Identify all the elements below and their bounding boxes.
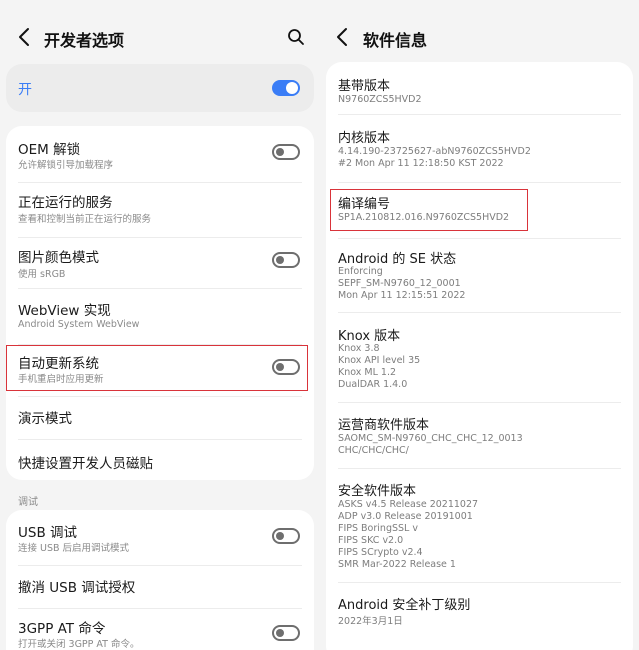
master-switch-card[interactable]: 开 [6, 64, 314, 112]
master-toggle[interactable] [272, 80, 300, 96]
item-title: 3GPP AT 命令 [18, 621, 106, 637]
list-item[interactable]: WebView 实现 Android System WebView [6, 289, 314, 341]
info-value: CHC/CHC/CHC/ [338, 445, 409, 456]
item-subtitle: 打开或关闭 3GPP AT 命令。 [18, 639, 140, 650]
item-title: 正在运行的服务 [18, 195, 113, 211]
software-info-card: 基带版本 N9760ZCS5HVD2 内核版本 4.14.190-2372562… [326, 62, 633, 650]
info-title: Android 安全补丁级别 [338, 598, 471, 613]
list-item[interactable]: 快捷设置开发人员磁贴 [6, 440, 314, 480]
info-title: 安全软件版本 [338, 484, 417, 499]
info-title: 基带版本 [338, 79, 391, 94]
auto-update-toggle[interactable] [272, 359, 300, 375]
info-value: FIPS BoringSSL v [338, 523, 418, 534]
list-item[interactable]: 图片颜色模式 使用 sRGB [6, 238, 314, 294]
item-subtitle: 使用 sRGB [18, 269, 66, 280]
color-mode-toggle[interactable] [272, 252, 300, 268]
list-item[interactable]: 演示模式 [6, 397, 314, 437]
item-title: OEM 解锁 [18, 142, 81, 158]
info-value: Enforcing [338, 266, 383, 277]
item-title: 快捷设置开发人员磁贴 [18, 456, 153, 472]
debug-card: USB 调试 连接 USB 后启用调试模式 撤消 USB 调试授权 3GPP A… [6, 510, 314, 650]
info-title: Android 的 SE 状态 [338, 252, 457, 267]
item-subtitle: 手机重启时应用更新 [18, 374, 104, 385]
info-value: Knox 3.8 [338, 343, 380, 354]
developer-options-screen: 开发者选项 开 OEM 解锁 允许解锁引导加载程序 正在运行的服务 查看和控制当… [0, 0, 320, 650]
list-item[interactable]: 自动更新系统 手机重启时应用更新 [6, 345, 314, 393]
page-title: 软件信息 [363, 31, 428, 50]
list-item[interactable]: 撤消 USB 调试授权 [6, 566, 314, 610]
header: 开发者选项 [0, 0, 320, 72]
info-value: DualDAR 1.4.0 [338, 379, 408, 390]
item-subtitle: 连接 USB 后启用调试模式 [18, 543, 130, 554]
info-value: Mon Apr 11 12:15:51 2022 [338, 290, 466, 301]
info-value: ASKS v4.5 Release 20211027 [338, 499, 479, 510]
item-title: 演示模式 [18, 411, 72, 427]
software-info-screen: 软件信息 基带版本 N9760ZCS5HVD2 内核版本 4.14.190-23… [320, 0, 639, 650]
info-value: SP1A.210812.016.N9760ZCS5HVD2 [338, 212, 510, 223]
usb-debug-toggle[interactable] [272, 528, 300, 544]
chevron-left-icon[interactable] [332, 26, 354, 48]
info-value: 2022年3月1日 [338, 616, 403, 627]
list-item[interactable]: 正在运行的服务 查看和控制当前正在运行的服务 [6, 183, 314, 240]
info-title: 运营商软件版本 [338, 418, 430, 433]
section-label: 调试 [18, 497, 38, 508]
item-title: 自动更新系统 [18, 356, 99, 372]
page-title: 开发者选项 [44, 31, 125, 50]
info-title: 编译编号 [338, 197, 391, 212]
info-title: 内核版本 [338, 131, 391, 146]
list-item[interactable]: OEM 解锁 允许解锁引导加载程序 [6, 126, 314, 182]
master-switch-label: 开 [18, 82, 32, 98]
chevron-left-icon[interactable] [14, 26, 36, 48]
item-title: WebView 实现 [18, 303, 111, 319]
info-value: SEPF_SM-N9760_12_0001 [338, 278, 461, 289]
item-subtitle: 允许解锁引导加载程序 [18, 160, 114, 171]
oem-unlock-toggle[interactable] [272, 144, 300, 160]
info-value: #2 Mon Apr 11 12:18:50 KST 2022 [338, 158, 504, 169]
item-subtitle: 查看和控制当前正在运行的服务 [18, 214, 152, 225]
info-value: SAOMC_SM-N9760_CHC_CHC_12_0013 [338, 433, 523, 444]
info-title: Knox 版本 [338, 329, 401, 344]
info-value: 4.14.190-23725627-abN9760ZCS5HVD2 [338, 146, 531, 157]
info-value: Knox ML 1.2 [338, 367, 397, 378]
item-title: 图片颜色模式 [18, 250, 99, 266]
info-value: N9760ZCS5HVD2 [338, 94, 422, 105]
options-card: OEM 解锁 允许解锁引导加载程序 正在运行的服务 查看和控制当前正在运行的服务… [6, 126, 314, 480]
list-item[interactable]: USB 调试 连接 USB 后启用调试模式 [6, 510, 314, 560]
item-title: 撤消 USB 调试授权 [18, 580, 136, 596]
info-value: SMR Mar-2022 Release 1 [338, 559, 456, 570]
item-title: USB 调试 [18, 525, 78, 541]
info-value: ADP v3.0 Release 20191001 [338, 511, 473, 522]
info-value: FIPS SKC v2.0 [338, 535, 404, 546]
search-icon[interactable] [286, 27, 306, 47]
at-commands-toggle[interactable] [272, 625, 300, 641]
item-subtitle: Android System WebView [18, 319, 140, 330]
list-item[interactable]: 3GPP AT 命令 打开或关闭 3GPP AT 命令。 [6, 609, 314, 650]
info-value: FIPS SCrypto v2.4 [338, 547, 423, 558]
info-value: Knox API level 35 [338, 355, 421, 366]
